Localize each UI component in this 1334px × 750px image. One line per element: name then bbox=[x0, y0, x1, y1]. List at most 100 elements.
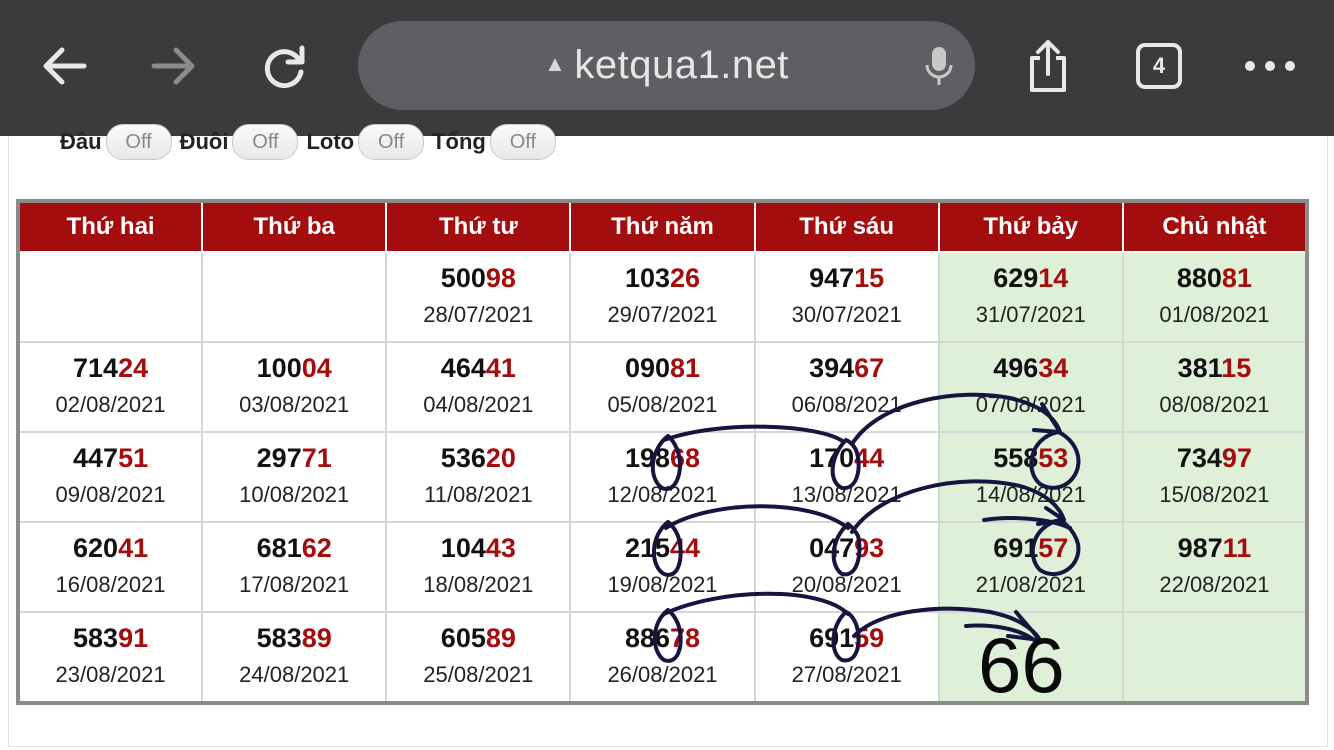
toggle-label-duoi: Đuôi bbox=[179, 129, 229, 154]
result-number-prefix: 681 bbox=[256, 533, 302, 563]
result-number: 69159 bbox=[756, 622, 938, 654]
result-cell: 68162 17/08/2021 bbox=[201, 521, 388, 613]
result-number: 60589 bbox=[387, 622, 569, 654]
url-text: ketqua1.net bbox=[574, 43, 789, 87]
result-cell: 10326 29/07/2021 bbox=[569, 251, 756, 343]
result-number-last-two: 97 bbox=[1221, 443, 1252, 473]
result-number-prefix: 090 bbox=[624, 353, 670, 383]
header-thu-nam: Thứ năm bbox=[569, 200, 756, 253]
back-button[interactable] bbox=[34, 36, 94, 96]
result-number-prefix: 620 bbox=[73, 533, 119, 563]
header-chu-nhat: Chủ nhật bbox=[1121, 200, 1309, 253]
result-number: 88081 bbox=[1124, 262, 1305, 294]
result-number-prefix: 496 bbox=[993, 353, 1039, 383]
result-number-last-two: 26 bbox=[670, 263, 701, 293]
result-number: 69157 bbox=[940, 532, 1122, 564]
address-bar[interactable]: ▲ ketqua1.net bbox=[358, 21, 975, 110]
result-number-prefix: 880 bbox=[1176, 263, 1222, 293]
result-number: 62914 bbox=[940, 262, 1122, 294]
toggle-tong[interactable]: Off bbox=[489, 124, 556, 160]
result-cell: 62914 31/07/2021 bbox=[937, 251, 1124, 343]
result-number-prefix: 500 bbox=[440, 263, 486, 293]
result-number-prefix: 464 bbox=[440, 353, 486, 383]
result-number-prefix: 100 bbox=[256, 353, 302, 383]
mic-icon[interactable] bbox=[923, 45, 955, 87]
result-date: 29/07/2021 bbox=[607, 302, 718, 327]
result-date: 28/07/2021 bbox=[423, 302, 534, 327]
result-cell: 04793 20/08/2021 bbox=[753, 521, 940, 613]
result-number: 10326 bbox=[571, 262, 753, 294]
forward-button[interactable] bbox=[144, 36, 204, 96]
result-number: 09081 bbox=[571, 352, 753, 384]
result-number-prefix: 381 bbox=[1177, 353, 1222, 383]
results-calendar-table: Thứ hai Thứ ba Thứ tư Thứ năm Thứ sáu Th… bbox=[16, 199, 1309, 705]
result-date: 03/08/2021 bbox=[239, 392, 350, 417]
forward-icon bbox=[151, 47, 195, 85]
result-cell: 55853 14/08/2021 bbox=[937, 431, 1124, 523]
toggle-label-loto: Loto bbox=[306, 129, 355, 154]
result-number: 29771 bbox=[203, 442, 385, 474]
result-number-prefix: 947 bbox=[809, 263, 855, 293]
result-number-prefix: 734 bbox=[1176, 443, 1222, 473]
result-date: 27/08/2021 bbox=[791, 662, 902, 687]
result-number-last-two: 81 bbox=[1221, 263, 1252, 293]
result-number-last-two: 71 bbox=[301, 443, 332, 473]
result-number-last-two: 20 bbox=[485, 443, 516, 473]
reload-button[interactable] bbox=[254, 36, 314, 96]
result-number: 55853 bbox=[940, 442, 1122, 474]
result-date: 18/08/2021 bbox=[423, 572, 534, 597]
result-cell: 17044 13/08/2021 bbox=[753, 431, 940, 523]
result-number: 49634 bbox=[940, 352, 1122, 384]
tabs-button[interactable]: 4 bbox=[1136, 43, 1182, 89]
result-number-last-two: 67 bbox=[854, 353, 885, 383]
result-number-prefix: 886 bbox=[624, 623, 670, 653]
result-date: 26/08/2021 bbox=[607, 662, 718, 687]
table-header-row: Thứ hai Thứ ba Thứ tư Thứ năm Thứ sáu Th… bbox=[16, 200, 1309, 253]
more-button[interactable] bbox=[1240, 36, 1300, 96]
table-row: 62041 16/08/2021 68162 17/08/2021 10443 18/08… bbox=[16, 521, 1309, 613]
table-body: 50098 28/07/2021 10326 29/07/2021 94715 30/07… bbox=[16, 251, 1309, 704]
result-number-prefix: 215 bbox=[624, 533, 670, 563]
result-date: 10/08/2021 bbox=[239, 482, 350, 507]
result-date: 15/08/2021 bbox=[1159, 482, 1270, 507]
result-number-prefix: 104 bbox=[440, 533, 486, 563]
result-number: 19868 bbox=[571, 442, 753, 474]
table-row: 58391 23/08/2021 58389 24/08/2021 60589 25/08… bbox=[16, 611, 1309, 704]
result-number-last-two: 53 bbox=[1038, 443, 1069, 473]
result-number-last-two: 68 bbox=[670, 443, 701, 473]
result-cell: 10004 03/08/2021 bbox=[201, 341, 388, 433]
result-number-prefix: 583 bbox=[256, 623, 302, 653]
result-number-prefix: 583 bbox=[73, 623, 119, 653]
result-number-prefix: 536 bbox=[440, 443, 486, 473]
result-number-prefix: 691 bbox=[993, 533, 1039, 563]
share-button[interactable] bbox=[1018, 36, 1078, 96]
result-date: 04/08/2021 bbox=[423, 392, 534, 417]
result-number-prefix: 987 bbox=[1177, 533, 1223, 563]
result-cell bbox=[201, 251, 388, 343]
result-number-last-two: 43 bbox=[485, 533, 516, 563]
toggle-duoi[interactable]: Off bbox=[232, 124, 299, 160]
result-date: 25/08/2021 bbox=[423, 662, 534, 687]
toggle-dau[interactable]: Off bbox=[105, 124, 172, 160]
result-number-last-two: 81 bbox=[670, 353, 701, 383]
result-cell bbox=[937, 611, 1124, 704]
result-number-last-two: 51 bbox=[118, 443, 149, 473]
result-number: 71424 bbox=[20, 352, 201, 384]
result-date: 09/08/2021 bbox=[55, 482, 166, 507]
result-number-prefix: 447 bbox=[73, 443, 119, 473]
result-number: 98711 bbox=[1124, 532, 1305, 564]
table-row: 44751 09/08/2021 29771 10/08/2021 53620 11/08… bbox=[16, 431, 1309, 523]
result-number-last-two: 41 bbox=[118, 533, 149, 563]
result-cell: 50098 28/07/2021 bbox=[385, 251, 572, 343]
result-number-last-two: 11 bbox=[1222, 533, 1252, 563]
result-number: 38115 bbox=[1124, 352, 1305, 384]
result-number-prefix: 170 bbox=[809, 443, 855, 473]
result-number-last-two: 34 bbox=[1038, 353, 1069, 383]
result-number: 62041 bbox=[20, 532, 201, 564]
result-number: 58391 bbox=[20, 622, 201, 654]
toggle-loto[interactable]: Off bbox=[358, 124, 425, 160]
result-date: 19/08/2021 bbox=[607, 572, 718, 597]
more-icon bbox=[1245, 61, 1295, 71]
result-number: 53620 bbox=[387, 442, 569, 474]
result-cell: 94715 30/07/2021 bbox=[753, 251, 940, 343]
